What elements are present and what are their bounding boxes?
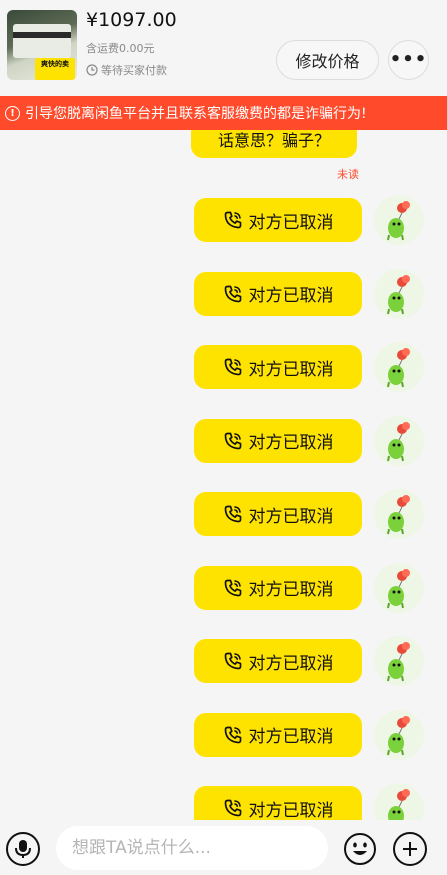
call-status-text: 对方已取消 bbox=[248, 359, 334, 380]
phone-call-icon bbox=[224, 726, 241, 743]
thumbnail-sticker: 爽快的卖 bbox=[35, 58, 75, 80]
chat-message-row: 对方已取消 bbox=[0, 342, 447, 392]
unread-label: 未读 bbox=[337, 168, 359, 181]
emoji-button[interactable] bbox=[343, 832, 377, 866]
smiley-icon bbox=[344, 833, 376, 865]
user-avatar-icon bbox=[387, 201, 410, 241]
user-avatar-icon bbox=[387, 642, 410, 682]
avatar[interactable] bbox=[374, 415, 424, 466]
chat-message-row: 对方已取消 bbox=[0, 636, 447, 686]
edit-price-button[interactable]: 修改价格 bbox=[276, 40, 379, 80]
call-cancelled-bubble[interactable]: 对方已取消 bbox=[194, 418, 362, 463]
call-cancelled-bubble[interactable]: 对方已取消 bbox=[194, 492, 362, 536]
chat-message-row: 对方已取消 bbox=[0, 195, 447, 245]
more-options-button[interactable]: ••• bbox=[388, 40, 429, 80]
avatar[interactable] bbox=[374, 709, 424, 760]
call-status-text: 对方已取消 bbox=[248, 800, 334, 821]
user-avatar-icon bbox=[387, 274, 410, 314]
call-status-text: 对方已取消 bbox=[248, 286, 334, 306]
call-status-text: 对方已取消 bbox=[248, 727, 334, 747]
phone-call-icon bbox=[224, 799, 241, 817]
shipping-fee: 含运费0.00元 bbox=[86, 42, 155, 55]
phone-call-icon bbox=[224, 652, 241, 670]
clock-icon bbox=[86, 64, 98, 76]
message-input[interactable] bbox=[56, 826, 328, 870]
phone-call-icon bbox=[224, 505, 241, 523]
message-input-bar bbox=[0, 820, 447, 875]
call-cancelled-bubble[interactable]: 对方已取消 bbox=[194, 345, 362, 389]
product-thumbnail[interactable]: 爽快的卖 bbox=[7, 10, 77, 80]
user-avatar-icon bbox=[387, 495, 410, 535]
call-status-text: 对方已取消 bbox=[248, 580, 334, 600]
info-icon: ! bbox=[5, 105, 20, 121]
phone-call-icon bbox=[224, 211, 241, 229]
avatar[interactable] bbox=[374, 268, 424, 319]
order-status: 等待买家付款 bbox=[86, 62, 167, 78]
call-cancelled-bubble[interactable]: 对方已取消 bbox=[194, 198, 362, 242]
order-status-text: 等待买家付款 bbox=[101, 64, 167, 77]
call-status-text: 对方已取消 bbox=[248, 506, 334, 527]
order-price: ¥1097.00 bbox=[86, 9, 177, 31]
user-avatar-icon bbox=[387, 568, 410, 608]
microphone-icon bbox=[15, 840, 31, 858]
phone-call-icon bbox=[224, 579, 241, 596]
chat-message-row: 对方已取消 bbox=[0, 709, 447, 760]
call-status-text: 对方已取消 bbox=[248, 212, 334, 233]
call-cancelled-bubble[interactable]: 对方已取消 bbox=[194, 565, 362, 610]
chat-bubble-text[interactable]: 话意思？骗子？ bbox=[191, 130, 357, 158]
user-avatar-icon bbox=[387, 421, 410, 461]
call-status-text: 对方已取消 bbox=[248, 653, 334, 674]
avatar[interactable] bbox=[374, 195, 424, 245]
thumbnail-stripe bbox=[13, 32, 71, 38]
call-cancelled-bubble[interactable]: 对方已取消 bbox=[194, 639, 362, 683]
avatar[interactable] bbox=[374, 783, 424, 820]
chat-message-row: 对方已取消 bbox=[0, 562, 447, 613]
chat-message-row: 对方已取消 bbox=[0, 415, 447, 466]
phone-call-icon bbox=[224, 285, 241, 302]
chat-message-row: 对方已取消 bbox=[0, 783, 447, 820]
avatar[interactable] bbox=[374, 636, 424, 686]
phone-call-icon bbox=[224, 358, 241, 376]
fraud-warning-text: 引导您脱离闲鱼平台并且联系客服缴费的都是诈骗行为! bbox=[25, 106, 367, 122]
phone-call-icon bbox=[224, 432, 241, 449]
fraud-warning-banner: ! 引导您脱离闲鱼平台并且联系客服缴费的都是诈骗行为! bbox=[0, 96, 447, 130]
user-avatar-icon bbox=[388, 789, 410, 820]
avatar[interactable] bbox=[374, 342, 424, 392]
call-cancelled-bubble[interactable]: 对方已取消 bbox=[194, 271, 362, 316]
thumbnail-card-shape bbox=[13, 24, 71, 58]
add-attachment-button[interactable] bbox=[393, 832, 427, 866]
call-cancelled-bubble[interactable]: 对方已取消 bbox=[194, 786, 362, 820]
voice-input-button[interactable] bbox=[6, 832, 40, 866]
chat-message-list[interactable]: 话意思？骗子？ 未读 对方已取消 对方已取消 对方已取消 对方已取消 对方已取消 对方已取… bbox=[0, 130, 447, 820]
call-cancelled-bubble[interactable]: 对方已取消 bbox=[194, 712, 362, 757]
chat-message-row: 对方已取消 bbox=[0, 268, 447, 319]
call-status-text: 对方已取消 bbox=[248, 433, 334, 453]
avatar[interactable] bbox=[374, 489, 424, 539]
user-avatar-icon bbox=[387, 348, 410, 388]
chat-message-row: 对方已取消 bbox=[0, 489, 447, 539]
user-avatar-icon bbox=[387, 715, 410, 755]
avatar[interactable] bbox=[374, 562, 424, 613]
more-icon: ••• bbox=[389, 49, 428, 70]
plus-icon bbox=[403, 842, 417, 856]
order-header: 爽快的卖 ¥1097.00 含运费0.00元 等待买家付款 修改价格 ••• bbox=[0, 0, 447, 95]
